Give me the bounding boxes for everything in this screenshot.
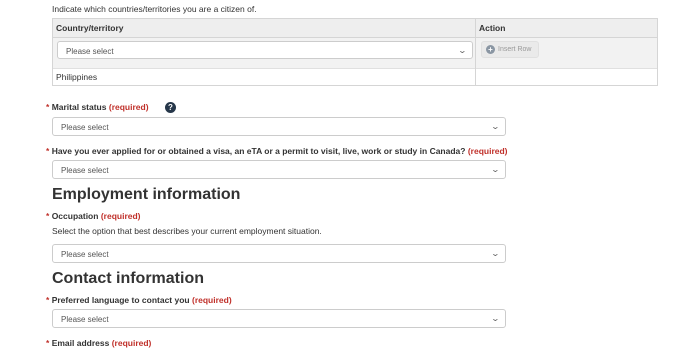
email-address-label: * Email address (required) [46,338,151,348]
required-tag: (required) [100,211,141,221]
chevron-down-icon: ⌄ [490,165,501,174]
preferred-language-select-value: Please select [61,315,109,324]
occupation-label: * Occupation (required) [46,211,141,221]
visa-question-text: Have you ever applied for or obtained a … [51,146,466,156]
required-asterisk: * [46,211,50,221]
occupation-description: Select the option that best describes yo… [52,226,322,236]
help-icon[interactable]: ? [165,102,176,113]
employment-heading: Employment information [52,186,241,203]
citizenship-country-value: Philippines [56,72,98,82]
visa-history-select[interactable]: Please select ⌄ [52,160,506,179]
occupation-select-value: Please select [61,250,109,259]
required-tag: (required) [108,102,149,112]
contact-heading: Contact information [52,270,204,287]
chevron-down-icon: ⌄ [490,314,501,323]
required-asterisk: * [46,338,50,348]
citizenship-intro: Indicate which countries/territories you… [52,4,257,14]
required-tag: (required) [191,295,232,305]
insert-row-label: Insert Row [498,46,532,53]
column-divider [475,19,476,85]
required-asterisk: * [46,146,50,156]
required-asterisk: * [46,295,50,305]
country-select-value: Please select [66,47,114,56]
visa-question-label: * Have you ever applied for or obtained … [46,146,508,156]
chevron-down-icon: ⌄ [457,46,468,55]
occupation-select[interactable]: Please select ⌄ [52,244,506,263]
marital-status-text: Marital status [51,102,107,112]
chevron-down-icon: ⌄ [490,122,501,131]
required-asterisk: * [46,102,50,112]
citizenship-table: Country/territory Action Please select ⌄… [52,18,658,86]
column-header-country: Country/territory [56,23,124,33]
marital-status-select-value: Please select [61,123,109,132]
chevron-down-icon: ⌄ [490,249,501,258]
preferred-language-text: Preferred language to contact you [51,295,190,305]
preferred-language-select[interactable]: Please select ⌄ [52,309,506,328]
marital-status-label: * Marital status (required) [46,102,149,112]
visa-history-select-value: Please select [61,166,109,175]
required-tag: (required) [467,146,508,156]
table-row: Philippines [53,69,657,85]
country-select[interactable]: Please select ⌄ [57,41,473,59]
preferred-language-label: * Preferred language to contact you (req… [46,295,232,305]
occupation-text: Occupation [51,211,99,221]
insert-row-button[interactable]: + Insert Row [481,41,539,58]
table-header: Country/territory Action [53,19,657,38]
column-header-action: Action [479,23,506,33]
table-row: Please select ⌄ + Insert Row [53,38,657,69]
email-address-text: Email address [51,338,110,348]
plus-circle-icon: + [486,45,495,54]
required-tag: (required) [111,338,152,348]
marital-status-select[interactable]: Please select ⌄ [52,117,506,136]
